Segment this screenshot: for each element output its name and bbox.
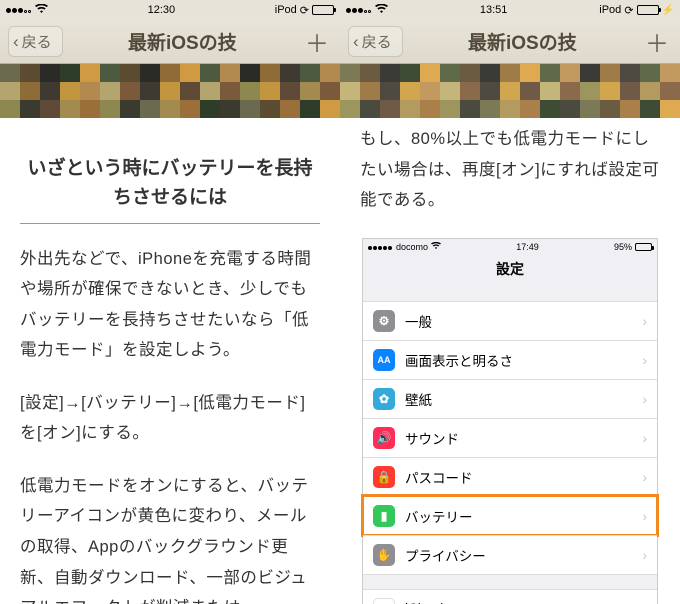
article-title: いざという時にバッテリーを長持ちさせるには: [20, 154, 320, 213]
carrier-label: docomo: [396, 242, 428, 252]
header-image-mosaic: [0, 64, 340, 118]
status-time: 13:51: [480, 4, 508, 16]
device-label: iPod: [275, 4, 297, 16]
general-icon: ⚙: [373, 310, 395, 332]
settings-title: 設定: [363, 255, 657, 287]
header-image-mosaic: [340, 64, 680, 118]
settings-row-label: プライバシー: [405, 545, 486, 565]
nav-bar: ‹ 戻る 最新iOSの技 ＋: [0, 20, 340, 64]
battery-icon: [635, 243, 652, 251]
chevron-right-icon: ›: [642, 352, 647, 368]
paragraph: [設定]→[バッテリー]→[低電力モード]を[オン]にする。: [20, 388, 320, 449]
passcode-icon: 🔒: [373, 466, 395, 488]
inner-status-time: 17:49: [516, 242, 539, 252]
chevron-left-icon: ‹: [13, 33, 19, 50]
icloud-icon: ☁: [373, 598, 395, 604]
settings-row-label: 一般: [405, 311, 432, 331]
nav-bar: ‹ 戻る 最新iOSの技 ＋: [340, 20, 680, 64]
sound-icon: 🔊: [373, 427, 395, 449]
wifi-icon: [431, 242, 441, 252]
nav-title: 最新iOSの技: [63, 28, 302, 55]
settings-row-icloud[interactable]: ☁iCloud›: [363, 589, 657, 604]
device-label: iPod: [599, 4, 621, 16]
status-bar: 12:30 iPod ⟳: [0, 0, 340, 20]
chevron-right-icon: ›: [642, 547, 647, 563]
chevron-right-icon: ›: [642, 469, 647, 485]
chevron-left-icon: ‹: [353, 33, 359, 50]
wifi-icon: [375, 4, 388, 17]
paragraph: 外出先などで、iPhoneを充電する時間や場所が確保できないとき、少しでもバッテ…: [20, 244, 320, 366]
chevron-right-icon: ›: [642, 391, 647, 407]
settings-row-label: パスコード: [405, 467, 473, 487]
back-button[interactable]: ‹ 戻る: [8, 26, 63, 57]
settings-row-label: サウンド: [405, 428, 459, 448]
paragraph: 低電力モードをオンにすると、バッテリーアイコンが黄色に変わり、メールの取得、Ap…: [20, 471, 320, 604]
back-button[interactable]: ‹ 戻る: [348, 26, 403, 57]
settings-screenshot: docomo 17:49 95% 設定 ⚙一般›AA画面表示と明るさ›✿壁紙›🔊…: [362, 238, 658, 604]
chevron-right-icon: ›: [642, 430, 647, 446]
battery-icon: [637, 5, 659, 15]
settings-row-label: 壁紙: [405, 389, 432, 409]
charging-icon: ⚡: [662, 5, 674, 16]
settings-row-label: バッテリー: [405, 506, 473, 526]
settings-row-sound[interactable]: 🔊 サウンド ›: [363, 418, 657, 457]
signal-dots-icon: [346, 4, 372, 16]
settings-row-privacy[interactable]: ✋ プライバシー ›: [363, 535, 657, 575]
signal-dots-icon: [368, 242, 393, 252]
left-screen: 12:30 iPod ⟳ ‹ 戻る 最新iOSの技 ＋ いざという時にバッテリー…: [0, 0, 340, 604]
chevron-right-icon: ›: [642, 313, 647, 329]
inner-status-bar: docomo 17:49 95%: [363, 239, 657, 255]
wifi-icon: [35, 4, 48, 17]
settings-row-passcode[interactable]: 🔒 パスコード ›: [363, 457, 657, 496]
nav-title: 最新iOSの技: [403, 28, 642, 55]
wallpaper-icon: ✿: [373, 388, 395, 410]
article-body: いざという時にバッテリーを長持ちさせるには 外出先などで、iPhoneを充電する…: [0, 118, 340, 604]
orientation-lock-icon: ⟳: [300, 4, 309, 17]
divider: [20, 223, 320, 224]
privacy-icon: ✋: [373, 544, 395, 566]
orientation-lock-icon: ⟳: [624, 4, 633, 17]
display-icon: AA: [373, 349, 395, 371]
article-body: もし、80%以上でも低電力モードにしたい場合は、再度[オン]にすれば設定可能であ…: [340, 124, 680, 216]
add-button[interactable]: ＋: [302, 27, 332, 57]
battery-icon: [312, 5, 334, 15]
settings-row-general[interactable]: ⚙ 一般 ›: [363, 301, 657, 340]
signal-dots-icon: [6, 4, 32, 16]
battery-percent: 95%: [614, 242, 632, 252]
add-button[interactable]: ＋: [642, 27, 672, 57]
right-screen: 13:51 iPod ⟳ ⚡ ‹ 戻る 最新iOSの技 ＋ もし、80%以上でも…: [340, 0, 680, 604]
battery-icon: ▮: [373, 505, 395, 527]
settings-row-display[interactable]: AA 画面表示と明るさ ›: [363, 340, 657, 379]
settings-row-battery[interactable]: ▮ バッテリー ›: [363, 496, 657, 535]
chevron-right-icon: ›: [642, 508, 647, 524]
status-time: 12:30: [148, 4, 176, 16]
status-bar: 13:51 iPod ⟳ ⚡: [340, 0, 680, 20]
back-label: 戻る: [362, 31, 392, 52]
settings-row-wallpaper[interactable]: ✿ 壁紙 ›: [363, 379, 657, 418]
settings-row-label: 画面表示と明るさ: [405, 350, 513, 370]
paragraph: もし、80%以上でも低電力モードにしたい場合は、再度[オン]にすれば設定可能であ…: [360, 124, 660, 216]
chevron-right-icon: ›: [642, 601, 647, 604]
back-label: 戻る: [22, 31, 52, 52]
